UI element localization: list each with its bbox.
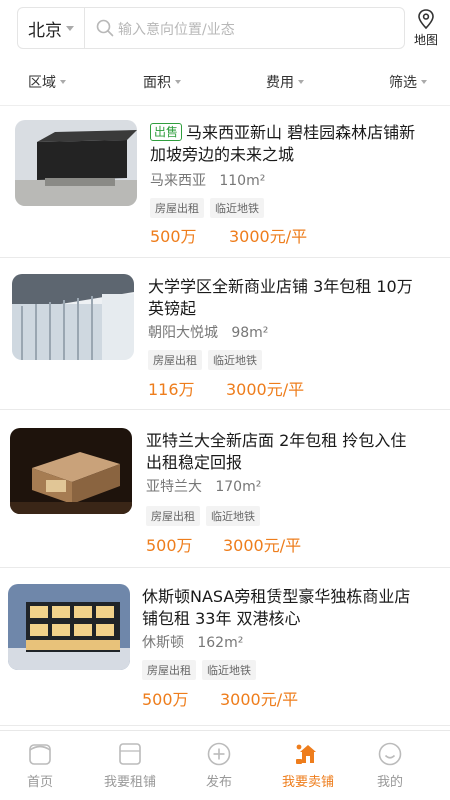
sale-badge: 出售 — [150, 123, 183, 141]
listing-card[interactable]: 出售 马来西亚新山 碧桂园森林店铺新加坡旁边的未来之城 马来西亚 110m² 房屋… — [0, 110, 450, 258]
map-button[interactable]: 地图 — [408, 8, 444, 52]
tag-chip: 房屋出租 — [150, 198, 204, 218]
listing-title: 大学学区全新商业店铺 3年包租 10万英镑起 — [148, 277, 413, 318]
filter-size[interactable]: 面积 — [143, 72, 181, 92]
filter-cost[interactable]: 费用 — [266, 72, 304, 92]
tab-label: 我的 — [376, 775, 403, 790]
filter-bar: 区域 面积 费用 筛选 — [0, 60, 450, 106]
location-name: 马来西亚 — [150, 173, 206, 189]
listing-card[interactable]: 亚特兰大全新店面 2年包租 拎包入住 出租稳定回报 亚特兰大 170m² 房屋出… — [0, 410, 450, 568]
city-label: 北京 — [28, 21, 62, 41]
sell-shop-icon — [296, 744, 316, 764]
listing-price: 500万 — [150, 227, 197, 246]
filter-label: 筛选 — [389, 75, 417, 91]
bottom-tab-bar: 首页 我要租铺 发布 我要卖铺 我的 — [0, 730, 450, 800]
tab-rent-shop[interactable]: 我要租铺 — [90, 741, 170, 790]
area-size: 170m² — [215, 479, 262, 495]
tag-chip: 临近地铁 — [208, 350, 262, 370]
area-size: 98m² — [231, 325, 269, 341]
listing-photo — [12, 274, 134, 360]
listing-title-text: 马来西亚新山 碧桂园森林店铺新加坡旁边的未来之城 — [150, 123, 416, 164]
listing-location: 亚特兰大 170m² — [146, 476, 261, 496]
map-label: 地图 — [413, 33, 438, 47]
listing-title: 出售 马来西亚新山 碧桂园森林店铺新加坡旁边的未来之城 — [150, 122, 430, 166]
location-name: 亚特兰大 — [146, 479, 202, 495]
listing-location: 休斯顿 162m² — [142, 632, 243, 652]
home-icon — [29, 744, 51, 765]
listing-tags: 房屋出租 临近地铁 — [142, 660, 256, 680]
listing-price: 500万 — [146, 536, 193, 555]
tag-chip: 临近地铁 — [210, 198, 264, 218]
listing-photo — [10, 428, 132, 514]
listing-photo — [15, 120, 137, 206]
tab-label: 首页 — [26, 775, 53, 790]
tab-home[interactable]: 首页 — [0, 741, 80, 790]
tab-profile[interactable]: 我的 — [350, 741, 430, 790]
listing-tags: 房屋出租 临近地铁 — [148, 350, 262, 370]
listing-tags: 房屋出租 临近地铁 — [150, 198, 264, 218]
divider — [84, 8, 85, 48]
tag-chip: 房屋出租 — [142, 660, 196, 680]
tag-chip: 房屋出租 — [146, 506, 200, 526]
city-selector[interactable]: 北京 — [28, 16, 74, 41]
listing-tags: 房屋出租 临近地铁 — [146, 506, 260, 526]
area-size: 162m² — [197, 635, 244, 651]
listing-photo — [8, 584, 130, 670]
filter-label: 费用 — [266, 75, 294, 91]
filter-more[interactable]: 筛选 — [389, 72, 427, 92]
listing-title: 休斯顿NASA旁租赁型豪华独栋商业店铺包租 33年 双港核心 — [142, 587, 411, 628]
area-size: 110m² — [219, 173, 266, 189]
chevron-down-icon — [421, 80, 427, 84]
tag-chip: 临近地铁 — [202, 660, 256, 680]
filter-label: 区域 — [28, 75, 56, 91]
map-pin-icon — [418, 9, 434, 30]
search-input[interactable]: 输入意向位置/业态 — [118, 19, 235, 39]
tab-label: 我要租铺 — [103, 775, 156, 790]
listing-rent: 3000元/平 — [226, 380, 305, 399]
listing-location: 马来西亚 110m² — [150, 170, 265, 190]
listing-price: 500万 — [142, 690, 189, 709]
chevron-down-icon — [60, 80, 66, 84]
chevron-down-icon — [298, 80, 304, 84]
location-name: 朝阳大悦城 — [148, 325, 218, 341]
listing-rent: 3000元/平 — [229, 227, 308, 246]
profile-icon — [378, 742, 402, 766]
listing-rent: 3000元/平 — [223, 536, 302, 555]
listing-location: 朝阳大悦城 98m² — [148, 322, 268, 342]
top-bar: 北京 输入意向位置/业态 地图 — [0, 0, 450, 56]
listing-rent: 3000元/平 — [220, 690, 299, 709]
chevron-down-icon — [175, 80, 181, 84]
tab-label: 我要卖铺 — [281, 775, 334, 790]
listing-card[interactable]: 大学学区全新商业店铺 3年包租 10万英镑起 朝阳大悦城 98m² 房屋出租 临… — [0, 258, 450, 410]
rent-shop-icon — [119, 743, 141, 765]
search-bar: 北京 输入意向位置/业态 — [17, 7, 405, 49]
publish-icon — [207, 742, 231, 766]
listing-title: 亚特兰大全新店面 2年包租 拎包入住 出租稳定回报 — [146, 431, 407, 472]
chevron-down-icon — [66, 26, 74, 31]
listing-card[interactable]: 休斯顿NASA旁租赁型豪华独栋商业店铺包租 33年 双港核心 休斯顿 162m²… — [0, 568, 450, 726]
tab-publish[interactable]: 发布 — [179, 741, 259, 790]
filter-label: 面积 — [143, 75, 171, 91]
tab-label: 发布 — [205, 775, 232, 790]
location-name: 休斯顿 — [142, 635, 184, 651]
search-icon — [96, 19, 114, 37]
tag-chip: 临近地铁 — [206, 506, 260, 526]
listing-price: 116万 — [148, 380, 195, 399]
tag-chip: 房屋出租 — [148, 350, 202, 370]
tab-sell-shop[interactable]: 我要卖铺 — [268, 741, 348, 790]
filter-area-region[interactable]: 区域 — [28, 72, 66, 92]
